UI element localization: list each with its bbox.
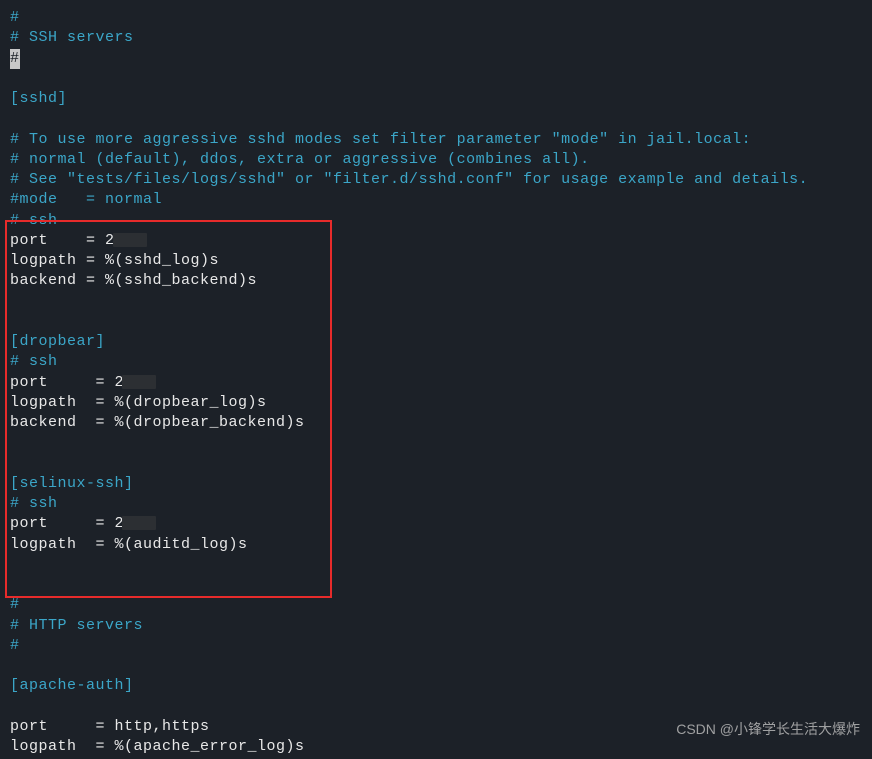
config-port: port = 2: [10, 374, 156, 391]
comment-ssh: # ssh: [10, 353, 58, 370]
redacted-value: [122, 516, 156, 530]
config-logpath: logpath = %(apache_error_log)s: [10, 738, 305, 755]
section-apache-auth: [apache-auth]: [10, 677, 134, 694]
section-selinux-ssh: [selinux-ssh]: [10, 475, 134, 492]
config-logpath: logpath = %(sshd_log)s: [10, 252, 219, 269]
comment-ssh-servers: # SSH servers: [10, 29, 134, 46]
redacted-value: [113, 233, 147, 247]
config-file-content: # # SSH servers # [sshd] # To use more a…: [10, 8, 862, 757]
comment-line: # To use more aggressive sshd modes set …: [10, 131, 751, 148]
section-dropbear: [dropbear]: [10, 333, 105, 350]
comment-line: #: [10, 596, 20, 613]
config-port: port = 2: [10, 515, 156, 532]
comment-http-servers: # HTTP servers: [10, 617, 143, 634]
comment-line: #: [10, 9, 20, 26]
config-logpath: logpath = %(auditd_log)s: [10, 536, 248, 553]
watermark-text: CSDN @小锋学长生活大爆炸: [676, 720, 860, 739]
cursor-block: #: [10, 49, 20, 69]
section-sshd: [sshd]: [10, 90, 67, 107]
comment-ssh: # ssh: [10, 495, 58, 512]
config-port: port = http,https: [10, 718, 210, 735]
comment-line: # See "tests/files/logs/sshd" or "filter…: [10, 171, 808, 188]
comment-mode: #mode = normal: [10, 191, 162, 208]
config-backend: backend = %(sshd_backend)s: [10, 272, 257, 289]
config-backend: backend = %(dropbear_backend)s: [10, 414, 305, 431]
comment-line: # normal (default), ddos, extra or aggre…: [10, 151, 590, 168]
config-logpath: logpath = %(dropbear_log)s: [10, 394, 267, 411]
comment-line: #: [10, 637, 20, 654]
config-port: port = 2: [10, 232, 147, 249]
redacted-value: [122, 375, 156, 389]
comment-ssh: # ssh: [10, 212, 58, 229]
